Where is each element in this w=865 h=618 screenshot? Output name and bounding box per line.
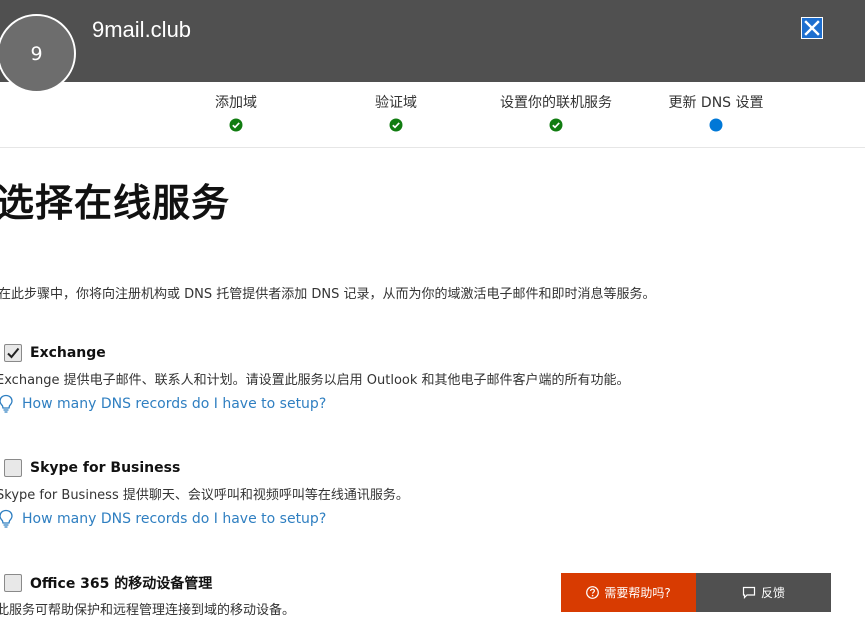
office365-mdm-checkbox[interactable] xyxy=(4,574,22,592)
step-verify-domain: 验证域 xyxy=(368,92,424,132)
need-help-label: 需要帮助吗? xyxy=(604,586,671,600)
avatar: 9 xyxy=(0,14,76,93)
feedback-label: 反馈 xyxy=(760,586,785,600)
header-bar: 9mail.club xyxy=(0,0,865,82)
check-circle-icon xyxy=(549,118,563,132)
lightbulb-icon xyxy=(0,509,13,528)
help-feedback-bar: 需要帮助吗? 反馈 xyxy=(561,573,831,612)
step-label: 更新 DNS 设置 xyxy=(668,95,764,111)
step-label: 添加域 xyxy=(215,95,257,111)
need-help-button[interactable]: 需要帮助吗? xyxy=(561,573,696,612)
dns-records-help-link[interactable]: How many DNS records do I have to setup? xyxy=(22,511,326,527)
current-step-dot-icon xyxy=(709,118,723,132)
step-setup-services: 设置你的联机服务 xyxy=(494,92,618,132)
close-icon xyxy=(804,20,820,36)
intro-text: 在此步骤中，你将向注册机构或 DNS 托管提供者添加 DNS 记录，从而为你的域… xyxy=(0,287,656,302)
close-button[interactable] xyxy=(801,17,823,39)
question-circle-icon xyxy=(586,586,600,599)
service-description: Exchange 提供电子邮件、联系人和计划。请设置此服务以启用 Outlook… xyxy=(0,373,630,388)
dns-records-help-link[interactable]: How many DNS records do I have to setup? xyxy=(22,396,326,412)
checkmark-icon xyxy=(7,347,20,359)
skype-for-business-checkbox[interactable] xyxy=(4,459,22,477)
service-name: Skype for Business xyxy=(30,460,181,476)
domain-title: 9mail.club xyxy=(92,17,192,42)
step-label: 验证域 xyxy=(375,95,417,111)
service-name: Exchange xyxy=(30,345,106,361)
service-name: Office 365 的移动设备管理 xyxy=(30,576,213,592)
step-label: 设置你的联机服务 xyxy=(500,95,612,111)
lightbulb-icon xyxy=(0,394,13,413)
page-title: 选择在线服务 xyxy=(0,181,231,225)
service-description: Skype for Business 提供聊天、会议呼叫和视频呼叫等在线通讯服务… xyxy=(0,488,409,503)
step-add-domain: 添加域 xyxy=(208,92,264,132)
step-update-dns: 更新 DNS 设置 xyxy=(664,92,768,132)
comment-icon xyxy=(742,586,756,599)
exchange-checkbox[interactable] xyxy=(4,344,22,362)
service-exchange: Exchange Exchange 提供电子邮件、联系人和计划。请设置此服务以启… xyxy=(0,342,630,414)
service-description: 此服务可帮助保护和远程管理连接到域的移动设备。 xyxy=(0,603,296,618)
check-circle-icon xyxy=(229,118,243,132)
service-office365-mdm: Office 365 的移动设备管理 此服务可帮助保护和远程管理连接到域的移动设… xyxy=(0,572,295,618)
wizard-steps: 添加域 验证域 设置你的联机服务 更新 DNS 设置 xyxy=(0,82,865,148)
check-circle-icon xyxy=(389,118,403,132)
feedback-button[interactable]: 反馈 xyxy=(696,573,831,612)
service-skype-for-business: Skype for Business Skype for Business 提供… xyxy=(0,457,409,529)
